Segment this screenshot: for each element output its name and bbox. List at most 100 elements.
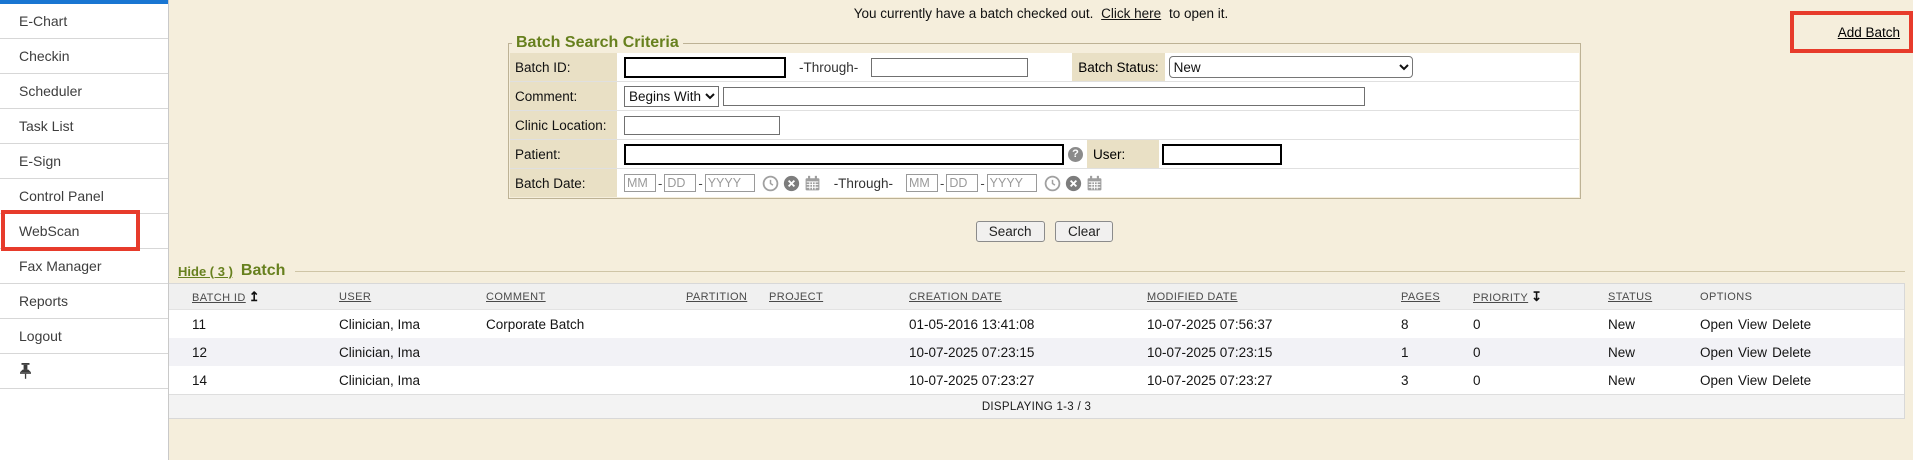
sidebar-item-label: E-Chart — [19, 13, 67, 29]
delete-link[interactable]: Delete — [1772, 345, 1811, 360]
cell-created: 10-07-2025 07:23:27 — [906, 373, 1144, 388]
checkout-message-prefix: You currently have a batch checked out. — [854, 6, 1094, 21]
pin-icon[interactable] — [19, 363, 32, 379]
column-header-status[interactable]: STATUS — [1605, 291, 1697, 303]
cell-pages: 1 — [1398, 345, 1470, 360]
batch-date-from-year-input[interactable] — [705, 174, 755, 192]
cell-options: Open View Delete — [1697, 317, 1904, 332]
add-batch-link[interactable]: Add Batch — [1838, 25, 1900, 40]
clinic-location-input[interactable] — [624, 116, 780, 135]
clear-date-icon[interactable] — [1065, 175, 1082, 192]
comment-label: Comment: — [510, 82, 617, 110]
sidebar-item-label: Checkin — [19, 48, 70, 64]
batch-id-label: Batch ID: — [510, 53, 617, 81]
cell-options: Open View Delete — [1697, 345, 1904, 360]
criteria-row-comment: Comment: Begins With — [510, 81, 1579, 110]
cell-pages: 8 — [1398, 317, 1470, 332]
comment-match-select[interactable]: Begins With — [624, 86, 719, 107]
clinic-location-label: Clinic Location: — [510, 111, 617, 139]
criteria-buttons: Search Clear — [508, 221, 1581, 242]
cell-priority: 0 — [1470, 373, 1605, 388]
column-header-user[interactable]: USER — [336, 291, 483, 303]
column-header-batch-id[interactable]: BATCH ID↥ — [169, 289, 336, 305]
search-button[interactable]: Search — [976, 221, 1045, 242]
batch-date-from-day-input[interactable] — [664, 174, 696, 192]
sidebar-nav: E-Chart Checkin Scheduler Task List E-SignCo… — [0, 4, 168, 354]
cell-created: 10-07-2025 07:23:15 — [906, 345, 1144, 360]
calendar-icon[interactable] — [804, 175, 821, 192]
sort-ascending-icon: ↥ — [249, 289, 260, 305]
checkout-message: You currently have a batch checked out. … — [169, 6, 1913, 21]
batch-status-label: Batch Status: — [1072, 53, 1164, 81]
view-link[interactable]: View — [1738, 345, 1767, 360]
column-header-pages[interactable]: PAGES — [1398, 291, 1470, 303]
patient-input[interactable] — [624, 144, 1064, 165]
clock-icon[interactable] — [762, 175, 779, 192]
clear-button[interactable]: Clear — [1055, 221, 1113, 242]
criteria-row-patient: Patient: ? User: — [510, 139, 1579, 168]
batch-id-from-input[interactable] — [624, 57, 786, 78]
cell-user: Clinician, Ima — [336, 345, 483, 360]
sidebar-item-reports[interactable]: Reports — [0, 284, 168, 319]
batch-table-body: 11Clinician, ImaCorporate Batch01-05-201… — [169, 310, 1904, 394]
clock-icon[interactable] — [1044, 175, 1061, 192]
cell-options: Open View Delete — [1697, 373, 1904, 388]
cell-comment: Corporate Batch — [483, 317, 683, 332]
cell-modified: 10-07-2025 07:56:37 — [1144, 317, 1398, 332]
criteria-row-batch-date: Batch Date: - - -Through- - - — [510, 168, 1579, 197]
open-link[interactable]: Open — [1700, 345, 1733, 360]
sidebar-item-logout[interactable]: Logout — [0, 319, 168, 354]
sidebar-item-e-sign[interactable]: E-Sign — [0, 144, 168, 179]
cell-status: New — [1605, 317, 1697, 332]
sidebar-item-control-panel[interactable]: Control Panel — [0, 179, 168, 214]
cell-id: 12 — [169, 345, 336, 360]
click-here-link[interactable]: Click here — [1101, 6, 1161, 21]
cell-pages: 3 — [1398, 373, 1470, 388]
column-header-priority[interactable]: PRIORITY↧ — [1470, 289, 1605, 305]
sidebar-item-scheduler[interactable]: Scheduler — [0, 74, 168, 109]
view-link[interactable]: View — [1738, 317, 1767, 332]
criteria-row-batch-id: Batch ID: -Through- Batch Status: New — [510, 53, 1579, 81]
clear-date-icon[interactable] — [783, 175, 800, 192]
batch-id-to-input[interactable] — [871, 58, 1028, 77]
sidebar-item-checkin[interactable]: Checkin — [0, 39, 168, 74]
sidebar-item-fax-manager[interactable]: Fax Manager — [0, 249, 168, 284]
sidebar-item-label: Scheduler — [19, 83, 82, 99]
open-link[interactable]: Open — [1700, 373, 1733, 388]
cell-status: New — [1605, 373, 1697, 388]
batch-status-select[interactable]: New — [1169, 56, 1413, 78]
table-row: 14Clinician, Ima 10-07-2025 07:23:2710-07… — [169, 366, 1904, 394]
delete-link[interactable]: Delete — [1772, 317, 1811, 332]
batch-date-to-year-input[interactable] — [987, 174, 1037, 192]
checkout-message-suffix: to open it. — [1169, 6, 1228, 21]
patient-label: Patient: — [510, 140, 617, 168]
column-header-comment[interactable]: COMMENT — [483, 291, 683, 303]
batch-date-to-day-input[interactable] — [946, 174, 978, 192]
user-input[interactable] — [1162, 144, 1282, 165]
sidebar-pin-row[interactable] — [0, 354, 168, 389]
view-link[interactable]: View — [1738, 373, 1767, 388]
sidebar-item-label: Task List — [19, 118, 73, 134]
batch-date-to-month-input[interactable] — [906, 174, 938, 192]
help-icon[interactable]: ? — [1068, 147, 1083, 162]
batch-date-from-month-input[interactable] — [624, 174, 656, 192]
sort-descending-icon: ↧ — [1531, 289, 1542, 305]
column-header-modified-date[interactable]: MODIFIED DATE — [1144, 291, 1398, 303]
cell-modified: 10-07-2025 07:23:27 — [1144, 373, 1398, 388]
cell-user: Clinician, Ima — [336, 373, 483, 388]
cell-id: 14 — [169, 373, 336, 388]
calendar-icon[interactable] — [1086, 175, 1103, 192]
cell-modified: 10-07-2025 07:23:15 — [1144, 345, 1398, 360]
column-header-project[interactable]: PROJECT — [766, 291, 906, 303]
sidebar-item-e-chart[interactable]: E-Chart — [0, 4, 168, 39]
sidebar-item-task-list[interactable]: Task List — [0, 109, 168, 144]
column-header-partition[interactable]: PARTITION — [683, 291, 766, 303]
column-header-creation-date[interactable]: CREATION DATE — [906, 291, 1144, 303]
through-label: -Through- — [799, 60, 858, 75]
batch-list-section: Hide ( 3 ) Batch BATCH ID↥USERCOMMENTPAR… — [168, 262, 1905, 419]
sidebar-item-webscan[interactable]: WebScan — [0, 214, 168, 249]
hide-link[interactable]: Hide ( 3 ) — [178, 264, 233, 279]
delete-link[interactable]: Delete — [1772, 373, 1811, 388]
open-link[interactable]: Open — [1700, 317, 1733, 332]
comment-input[interactable] — [723, 87, 1365, 106]
